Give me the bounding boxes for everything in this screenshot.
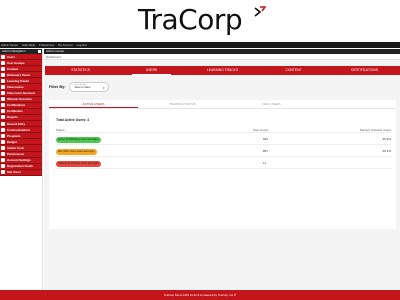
sidebar-item-label: Certificates [7, 109, 23, 114]
sidebar-item-label: Record Entry [7, 121, 26, 126]
classroom-sessions-icon [1, 91, 5, 96]
subtab-new-users[interactable]: NEW USERS [227, 100, 316, 108]
topnav-preferences[interactable]: Preferences [39, 42, 54, 48]
communications-icon [1, 127, 5, 132]
filter-bar: Filter By: User Group Select a Value ▾ [49, 82, 110, 92]
logo-text: TraCorp [138, 3, 243, 36]
user-group-select[interactable]: User Group Select a Value ▾ [69, 82, 110, 92]
topnav-help-desk[interactable]: Help Desk [22, 42, 35, 48]
sidebar-item-label: Content [7, 66, 18, 71]
sidebar-item-label: Classroom Sessions [7, 91, 36, 96]
sidebar-item-label: User Groups [7, 60, 25, 65]
sidebar-item-label: Communications [7, 127, 31, 132]
sidebar-item-label: Programs [7, 133, 21, 138]
account-settings-icon [1, 158, 5, 163]
record-entry-icon [1, 121, 5, 126]
users-icon [1, 54, 5, 59]
user-count-cell: 11 [263, 161, 267, 165]
tracorp-logo: TraCorp [138, 3, 266, 37]
user-subtabs: ACTIVE USERS TRAINING STATUS NEW USERS [49, 100, 396, 109]
footer: TraCorp Demo LMS 10.22.3 is powered by T… [0, 290, 400, 300]
dashboard-tabs: STATISTICS USERS LEARNING TRACKS CONTENT… [45, 66, 400, 75]
subtab-active-users[interactable]: ACTIVE USERS [49, 100, 138, 108]
table-row: Inactive (0-90 Days since last login) 11 [56, 158, 391, 169]
permissions-icon [1, 152, 5, 157]
collapse-icon[interactable] [38, 50, 41, 53]
user-count-cell: 592 [263, 137, 269, 141]
topnav-admin-center[interactable]: Admin Center [1, 42, 18, 48]
sidebar-item-site-tours[interactable]: Site Tours [0, 169, 42, 176]
tab-learning-tracks[interactable]: LEARNING TRACKS [187, 66, 258, 75]
sidebar-item-label: Reports [7, 115, 18, 120]
status-badge: Active (0-180 Days since last login) [56, 136, 101, 143]
select-value: Select a Value [74, 86, 91, 89]
dictionary-icon [1, 72, 5, 77]
reports-icon [1, 115, 5, 120]
user-groups-icon [1, 60, 5, 65]
admin-tools-icon [1, 145, 5, 150]
column-percent: Percent of Active Users [359, 128, 391, 132]
sidebar-item-label: Account Settings [7, 158, 31, 163]
total-active-users: Total Active Users: 4 [56, 118, 90, 122]
topnav-log-out[interactable]: Log Out [77, 42, 87, 48]
badges-icon [1, 139, 5, 144]
logo-area: TraCorp [0, 0, 400, 40]
filter-label: Filter By: [49, 85, 66, 89]
classrooms-icon [1, 85, 5, 90]
column-user-count: User Count [253, 128, 269, 132]
sidebar-item-label: Users [7, 54, 16, 59]
breadcrumb[interactable]: Dashboard [44, 54, 400, 60]
tab-content[interactable]: CONTENT [258, 66, 329, 75]
main-content: Admin Center Dashboard STATISTICS USERS … [44, 49, 400, 290]
table-row: Idle (181+ Days since last login) 867 60.4… [56, 146, 391, 157]
sidebar-item-label: Learning Tracks [7, 78, 30, 83]
users-panel: ACTIVE USERS TRAINING STATUS NEW USERS T… [49, 100, 396, 229]
sidebar-item-label: Dictionary Terms [7, 72, 31, 77]
sidebar-item-label: Classrooms [7, 85, 24, 90]
certificates-icon [1, 109, 5, 114]
certifications-icon [1, 103, 5, 108]
sidebar-item-label: Certifications [7, 103, 26, 108]
sidebar-item-label: Admin Tools [7, 145, 25, 150]
content-icon [1, 66, 5, 71]
status-badge: Idle (181+ Days since last login) [56, 148, 97, 155]
chevron-down-icon: ▾ [102, 86, 105, 90]
learning-tracks-icon [1, 78, 5, 83]
logo-mark-icon [254, 6, 266, 17]
sidebar-item-label: Badges [7, 139, 18, 144]
percent-cell: 60.4% [382, 149, 391, 153]
tab-users[interactable]: USERS [116, 66, 187, 75]
webinar-icon [1, 97, 5, 102]
table-row: Active (0-180 Days since last login) 592 3… [56, 134, 391, 145]
registration-fields-icon [1, 164, 5, 169]
status-badge: Inactive (0-90 Days since last login) [56, 160, 101, 167]
programs-icon [1, 133, 5, 138]
admin-sidebar: Admin Navigation Users User Groups Content… [0, 49, 43, 290]
subtab-training-status[interactable]: TRAINING STATUS [138, 100, 227, 108]
column-status: Status [56, 128, 65, 132]
tab-certifications[interactable]: CERTIFICATIONS [329, 66, 400, 75]
table-header: Status User Count Percent of Active User… [56, 127, 391, 133]
sidebar-item-label: Site Tours [7, 170, 21, 175]
topnav-my-account[interactable]: My Account [58, 42, 72, 48]
sidebar-item-label: Registration Fields [7, 164, 34, 169]
top-navigation-bar: Admin Center Help Desk Preferences My Ac… [0, 42, 400, 48]
sidebar-item-label: Webinar Sessions [7, 97, 32, 102]
site-tours-icon [1, 170, 5, 175]
percent-cell: 35.9% [382, 137, 391, 141]
user-count-cell: 867 [263, 149, 269, 153]
sidebar-header-label: Admin Navigation [2, 49, 26, 53]
tab-statistics[interactable]: STATISTICS [45, 66, 116, 75]
sidebar-item-label: Permissions [7, 152, 25, 157]
